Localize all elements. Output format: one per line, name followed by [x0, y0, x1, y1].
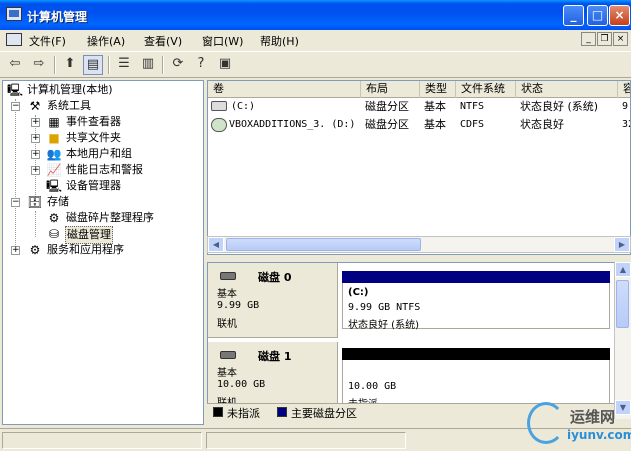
disk-icon [220, 272, 236, 280]
menu-view[interactable]: 查看(V) [144, 33, 182, 49]
defragmenter-icon: ⚙ [48, 211, 60, 225]
tree-item-local-users-groups[interactable]: + 👥 本地用户和组 [29, 146, 199, 162]
shared-folder-icon: ■ [48, 131, 60, 145]
toolbar-separator [108, 56, 110, 74]
volume-list: 卷 布局 类型 文件系统 状态 容 (C:) 磁盘分区 基本 NTFS 状态良好… [207, 80, 631, 255]
logo-ring [527, 402, 565, 444]
close-button[interactable]: × [609, 5, 630, 26]
column-header-volume[interactable]: 卷 [208, 81, 361, 98]
disk-0-info[interactable]: 磁盘 0 基本 9.99 GB 联机 [208, 263, 338, 338]
tree-line [15, 99, 16, 251]
tree-item-services-applications[interactable]: + ⚙ 服务和应用程序 [9, 242, 199, 258]
partition-body: (C:) 9.99 GB NTFS 状态良好 (系统) [342, 283, 610, 331]
scroll-left-icon[interactable]: ◀ [208, 237, 224, 252]
computer-management-icon [6, 7, 22, 21]
toolbar-separator [54, 56, 56, 74]
event-viewer-icon: ▦ [48, 115, 60, 129]
help-icon[interactable]: ? [191, 55, 211, 75]
scroll-thumb[interactable] [226, 238, 421, 251]
column-header-type[interactable]: 类型 [420, 81, 456, 98]
computer-icon: 🖳 [7, 83, 24, 97]
unallocated-space[interactable]: 10.00 GB 未指派 [342, 348, 610, 410]
tree-item-device-manager[interactable]: 🖳 设备管理器 [29, 178, 199, 194]
menu-bar: 文件(F) 操作(A) 查看(V) 窗口(W) 帮助(H) [0, 30, 631, 50]
menu-help[interactable]: 帮助(H) [260, 33, 299, 49]
expand-icon[interactable]: + [11, 246, 20, 255]
title-bar[interactable]: 计算机管理 _ □ × [0, 0, 631, 30]
tools-icon: ⚒ [29, 99, 41, 113]
console-tree: 🖳 计算机管理(本地) − ⚒ 系统工具 + ▦ 事件查看器 + ■ 共享文件夹… [2, 80, 204, 425]
toolbar: ⇦ ⇨ ⬆ ▤ ☰ ▥ ⟳ ? ▣ [0, 51, 631, 78]
legend-label: 主要磁盘分区 [291, 407, 357, 420]
disk-icon [220, 351, 236, 359]
toolbar-separator [162, 56, 164, 74]
partition-c[interactable]: (C:) 9.99 GB NTFS 状态良好 (系统) [342, 271, 610, 331]
properties-icon[interactable]: ☰ [114, 55, 134, 75]
expand-icon[interactable]: + [31, 118, 40, 127]
cd-drive-icon [211, 118, 227, 132]
menu-file[interactable]: 文件(F) [29, 33, 66, 49]
status-pane [2, 432, 202, 449]
tree-item-disk-defragmenter[interactable]: ⚙ 磁盘碎片整理程序 [29, 210, 199, 226]
column-header-layout[interactable]: 布局 [361, 81, 420, 98]
tree-item-disk-management[interactable]: ⛁ 磁盘管理 [29, 226, 199, 244]
tree-item-event-viewer[interactable]: + ▦ 事件查看器 [29, 114, 199, 130]
services-icon: ⚙ [29, 243, 41, 257]
watermark-logo: 运维网 iyunv.com [523, 400, 631, 448]
column-header-filesystem[interactable]: 文件系统 [456, 81, 516, 98]
partition-bar [342, 271, 610, 283]
computer-management-window: 计算机管理 _ □ × 文件(F) 操作(A) 查看(V) 窗口(W) 帮助(H… [0, 0, 631, 451]
tree-item-computer-management[interactable]: 🖳 计算机管理(本地) [7, 82, 202, 98]
collapse-icon[interactable]: − [11, 102, 20, 111]
horizontal-scrollbar[interactable]: ◀ ▶ [207, 236, 631, 253]
volume-list-header: 卷 布局 类型 文件系统 状态 容 [208, 81, 630, 98]
users-icon: 👥 [46, 147, 62, 161]
tree-item-shared-folders[interactable]: + ■ 共享文件夹 [29, 130, 199, 146]
partition-bar [342, 348, 610, 360]
disk-graphical-view: 磁盘 0 基本 9.99 GB 联机 (C:) 9.99 GB NTFS 状态良… [207, 262, 631, 419]
scroll-right-icon[interactable]: ▶ [614, 237, 630, 252]
scroll-thumb[interactable] [616, 280, 629, 328]
tree-item-system-tools[interactable]: − ⚒ 系统工具 [9, 98, 199, 114]
volume-row[interactable]: (C:) 磁盘分区 基本 NTFS 状态良好 (系统) 9. [208, 98, 630, 116]
primary-partition-swatch [277, 407, 287, 417]
console-icon[interactable]: ▣ [215, 55, 235, 75]
show-tree-icon[interactable]: ▤ [83, 55, 103, 75]
back-icon[interactable]: ⇦ [5, 55, 25, 75]
drive-icon [211, 101, 227, 111]
device-manager-icon: 🖳 [46, 179, 63, 193]
maximize-button[interactable]: □ [587, 5, 608, 26]
console-document-icon[interactable] [6, 33, 22, 46]
menu-window[interactable]: 窗口(W) [202, 33, 243, 49]
column-header-status[interactable]: 状态 [516, 81, 618, 98]
scroll-up-icon[interactable]: ▲ [615, 262, 631, 277]
child-minimize-button[interactable]: _ [581, 32, 596, 46]
expand-icon[interactable]: + [31, 166, 40, 175]
child-close-button[interactable]: × [613, 32, 628, 46]
vertical-scrollbar[interactable]: ▲ ▼ [614, 262, 631, 419]
expand-icon[interactable]: + [31, 150, 40, 159]
tree-item-storage[interactable]: − 🗄 存储 [9, 194, 199, 210]
collapse-icon[interactable]: − [11, 198, 20, 207]
up-folder-icon[interactable]: ⬆ [60, 55, 80, 75]
export-list-icon[interactable]: ▥ [138, 55, 158, 75]
minimize-button[interactable]: _ [563, 5, 584, 26]
forward-icon[interactable]: ⇨ [29, 55, 49, 75]
disk-management-icon: ⛁ [48, 227, 60, 241]
child-restore-button[interactable]: ❐ [597, 32, 612, 46]
volume-row[interactable]: VBOXADDITIONS_3. (D:) 磁盘分区 基本 CDFS 状态良好 … [208, 116, 630, 134]
column-header-capacity[interactable]: 容 [618, 81, 630, 98]
legend-label: 未指派 [227, 407, 260, 420]
performance-icon: 📈 [46, 163, 62, 177]
window-title: 计算机管理 [27, 10, 88, 24]
tree-item-performance-logs[interactable]: + 📈 性能日志和警报 [29, 162, 199, 178]
storage-icon: 🗄 [27, 195, 43, 209]
expand-icon[interactable]: + [31, 134, 40, 143]
unallocated-swatch [213, 407, 223, 417]
menu-action[interactable]: 操作(A) [87, 33, 125, 49]
status-pane [206, 432, 406, 449]
refresh-icon[interactable]: ⟳ [168, 55, 188, 75]
